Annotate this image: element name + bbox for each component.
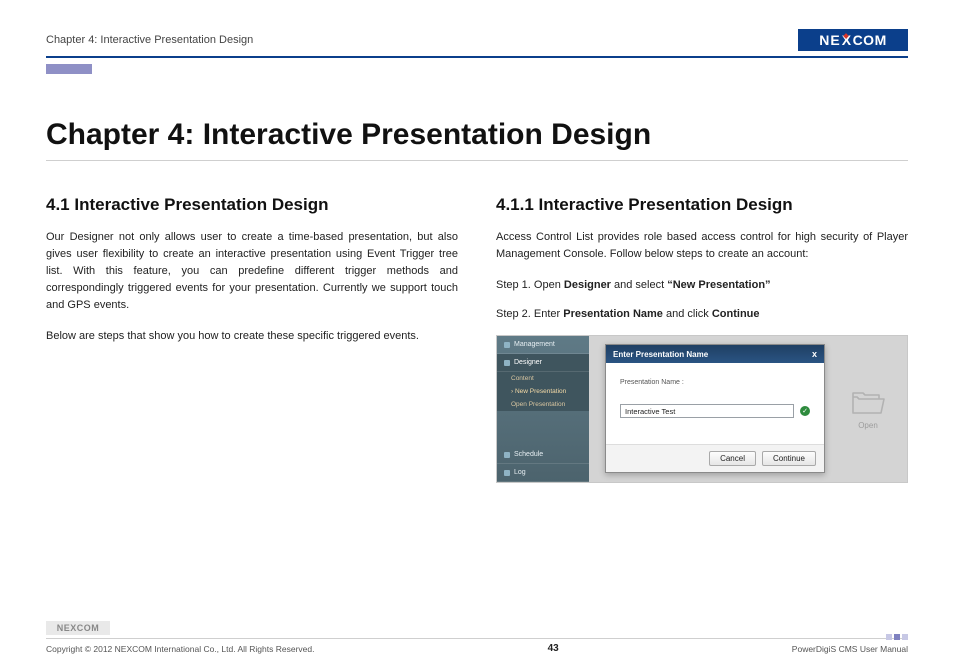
sidebar-item-management[interactable]: Management	[497, 336, 589, 354]
step-2-bold-continue: Continue	[712, 308, 760, 320]
management-icon	[504, 342, 510, 348]
footer-copyright: Copyright © 2012 NEXCOM International Co…	[46, 644, 314, 654]
sidebar-subitem-new-presentation[interactable]: › New Presentation	[497, 385, 589, 398]
sidebar-subitem-content[interactable]: Content	[497, 372, 589, 385]
section-4-1-heading: 4.1 Interactive Presentation Design	[46, 195, 458, 215]
footer-decor-squares	[886, 634, 908, 640]
section-4-1-p2: Below are steps that show you how to cre…	[46, 328, 458, 345]
page-number: 43	[548, 643, 559, 654]
right-column: 4.1.1 Interactive Presentation Design Ac…	[496, 195, 908, 483]
schedule-icon	[504, 452, 510, 458]
footer-manual-name: PowerDigiS CMS User Manual	[792, 644, 908, 654]
sidebar-subitem-open-presentation[interactable]: Open Presentation	[497, 398, 589, 411]
open-folder-icon	[851, 389, 885, 415]
shot-canvas: Enter Presentation Name x Presentation N…	[589, 336, 829, 482]
log-icon	[504, 470, 510, 476]
chapter-title: Chapter 4: Interactive Presentation Desi…	[46, 118, 908, 152]
header-breadcrumb: Chapter 4: Interactive Presentation Desi…	[46, 34, 253, 46]
logo-part-x: X	[841, 32, 853, 48]
section-4-1-p1: Our Designer not only allows user to cre…	[46, 229, 458, 314]
shot-sidebar: Management Designer Content › New Presen…	[497, 336, 589, 482]
embedded-screenshot: Management Designer Content › New Presen…	[496, 335, 908, 483]
left-column: 4.1 Interactive Presentation Design Our …	[46, 195, 458, 483]
step-1-mid: and select	[611, 279, 667, 291]
page-footer: NEXCOM Copyright © 2012 NEXCOM Internati…	[46, 621, 908, 654]
cancel-button[interactable]: Cancel	[709, 451, 756, 466]
step-1: Step 1. Open Designer and select “New Pr…	[496, 277, 908, 294]
check-icon: ✓	[800, 406, 810, 416]
step-1-pre: Step 1. Open	[496, 279, 564, 291]
presentation-name-input[interactable]: Interactive Test	[620, 404, 794, 418]
open-label: Open	[858, 421, 878, 430]
step-1-bold-newpres: “New Presentation”	[667, 279, 770, 291]
step-2-pre: Step 2. Enter	[496, 308, 563, 320]
logo-part-com: COM	[853, 32, 887, 48]
designer-icon	[504, 360, 510, 366]
section-4-1-1-heading: 4.1.1 Interactive Presentation Design	[496, 195, 908, 215]
dialog-enter-presentation-name: Enter Presentation Name x Presentation N…	[605, 344, 825, 473]
header-rule	[46, 56, 908, 58]
sidebar-label-schedule: Schedule	[514, 451, 543, 458]
step-2-mid: and click	[663, 308, 712, 320]
footer-rule	[46, 638, 908, 639]
title-rule	[46, 160, 908, 161]
section-4-1-1-intro: Access Control List provides role based …	[496, 229, 908, 263]
presentation-name-label: Presentation Name :	[620, 379, 684, 386]
sidebar-label-log: Log	[514, 469, 526, 476]
sidebar-label-management: Management	[514, 341, 555, 348]
step-1-bold-designer: Designer	[564, 279, 611, 291]
sidebar-item-log[interactable]: Log	[497, 464, 589, 482]
accent-tab	[46, 64, 92, 74]
sidebar-label-designer: Designer	[514, 359, 542, 366]
logo-part-ne: NE	[819, 32, 840, 48]
step-2-bold-name: Presentation Name	[563, 308, 663, 320]
sidebar-item-designer[interactable]: Designer	[497, 354, 589, 372]
footer-logo: NEXCOM	[46, 621, 110, 635]
sidebar-item-schedule[interactable]: Schedule	[497, 446, 589, 464]
brand-logo: NEXCOM	[798, 29, 908, 51]
continue-button[interactable]: Continue	[762, 451, 816, 466]
shot-right-panel: Open	[829, 336, 907, 482]
step-2: Step 2. Enter Presentation Name and clic…	[496, 306, 908, 323]
dialog-title-text: Enter Presentation Name	[613, 350, 708, 359]
close-icon[interactable]: x	[812, 349, 817, 359]
